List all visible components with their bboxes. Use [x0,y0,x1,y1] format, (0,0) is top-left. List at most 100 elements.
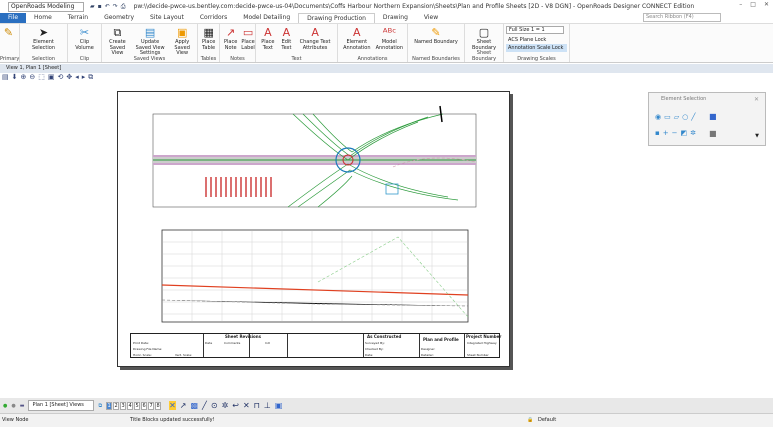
quick-access-toolbar: ▰ ▪ ↶ ↷ ⎙ [90,3,126,11]
subtract-icon[interactable]: − [672,129,678,137]
title-bar: OpenRoads Modeling ▰ ▪ ↶ ↷ ⎙ pw:\\decide-pwc… [0,0,773,13]
view-group-select[interactable]: Plan 1 [Sheet] Views [28,400,95,411]
table-icon: ▦ [203,26,214,39]
intersection-icon[interactable]: ✕ [243,401,250,410]
view-4-button[interactable]: 4 [127,401,134,410]
view-groups-bar: ● ● ▬ Plan 1 [Sheet] Views ⧉ 1 2 3 4 5 6… [0,398,773,413]
group-clip: ✂ Clip Volume Clip [68,24,102,62]
save-icon[interactable]: ▪ [98,3,102,11]
parallel-icon[interactable]: ⊓ [254,401,260,410]
tab-corridors[interactable]: Corridors [192,13,235,23]
keypoint-icon[interactable]: ✲ [222,401,229,410]
line-icon[interactable]: ╱ [202,401,207,410]
group-primary: ✎ Primary [0,24,20,62]
workflow-select[interactable]: OpenRoads Modeling [8,1,84,12]
view-group-manager-icon[interactable]: ⧉ [98,403,102,409]
status-left: View Node [2,417,29,423]
tab-file[interactable]: File [0,13,27,23]
group-tables: ▦ Place Table Tables [198,24,220,62]
next-view-icon[interactable]: ▸ [82,73,86,83]
print-icon[interactable]: ⎙ [121,3,126,11]
group-annotations: A Element Annotation ᴬᴮᶜ Model Annotation … [338,24,408,62]
tab-geometry[interactable]: Geometry [96,13,142,23]
line-mode-icon[interactable]: ╱ [691,113,695,121]
view-1-button[interactable]: 1 [106,401,113,410]
undo-icon[interactable]: ↶ [105,3,110,11]
tab-terrain[interactable]: Terrain [60,13,96,23]
plan-view [152,113,477,208]
view-3-button[interactable]: 3 [120,401,127,410]
zoom-in-icon[interactable]: ⊕ [21,73,27,83]
clear-selection-icon[interactable]: ■ [709,112,717,121]
view-5-button[interactable]: 5 [134,401,141,410]
shape-mode-icon[interactable]: ▱ [674,113,679,121]
search-ribbon-input[interactable]: Search Ribbon (F4) [643,13,721,22]
view-8-button[interactable]: 8 [155,401,162,410]
start-icon[interactable]: ● [3,403,7,409]
view-groups-icon[interactable]: ● [11,403,15,409]
grid-icon[interactable]: ▩ [190,401,198,410]
update-icon[interactable]: ⬇ [12,73,18,83]
view-7-button[interactable]: 7 [148,401,155,410]
new-selection-icon[interactable]: ▪ [655,129,660,137]
open-icon[interactable]: ▰ [90,3,95,11]
title-block: Sheet Revisions Date Comments Init Print… [130,333,501,358]
zoom-out-icon[interactable]: ⊖ [29,73,35,83]
pan-icon[interactable]: ✥ [66,73,72,83]
individual-mode-icon[interactable]: ◉ [655,113,661,121]
view-2-button[interactable]: 2 [113,401,120,410]
models-icon[interactable]: ▬ [20,403,25,409]
view-6-button[interactable]: 6 [141,401,148,410]
scissors-icon: ✂ [79,26,90,39]
circle-mode-icon[interactable]: ○ [682,113,688,121]
perpendicular-icon[interactable]: ⊥ [264,401,271,410]
tab-model-detailing[interactable]: Model Detailing [235,13,298,23]
text-icon: A [264,26,272,39]
saved-view-icon: ⧉ [113,26,122,39]
add-icon[interactable]: + [663,129,669,137]
accudraw-icon[interactable]: ✕ [169,401,176,410]
element-annotation-icon: A [353,26,361,39]
invert-icon[interactable]: ◩ [681,129,688,137]
note-icon: ↗ [226,26,236,39]
window-area-icon[interactable]: ⬚ [38,73,45,83]
primary-tools-icon[interactable]: ✎ [2,26,15,39]
minimize-icon[interactable]: – [739,1,742,8]
tab-view[interactable]: View [416,13,446,23]
redo-icon[interactable]: ↷ [113,3,118,11]
sheet-graphics [152,105,477,323]
rotate-view-icon[interactable]: ⟲ [58,73,64,83]
active-level[interactable]: Default [538,414,556,427]
expand-icon[interactable]: ▼ [755,133,759,139]
previous-view-icon[interactable]: ◂ [75,73,79,83]
block-mode-icon[interactable]: ▭ [664,113,671,121]
fit-icon[interactable]: ▣ [275,401,283,410]
view-attributes-icon[interactable]: ▤ [2,73,9,83]
maximize-icon[interactable]: □ [750,1,756,8]
tab-drawing[interactable]: Drawing [375,13,416,23]
select-all-icon[interactable]: ✲ [690,129,696,137]
close-icon[interactable]: ✕ [764,1,769,8]
group-saved-views: ⧉ Create Saved View ▤ Update Saved View Se… [102,24,198,62]
annotation-scale-lock-toggle[interactable]: Annotation Scale Lock [506,44,567,52]
acs-plane-lock-toggle[interactable]: ACS Plane Lock [506,36,567,44]
snap-icon[interactable]: ↗ [180,401,187,410]
pointer-icon: ➤ [38,26,49,39]
curve-icon[interactable]: ↩ [232,401,239,410]
tab-drawing-production[interactable]: Drawing Production [298,12,375,24]
dialog-close-icon[interactable]: ✕ [754,96,759,103]
group-selection: ➤ Element Selection Selection [20,24,68,62]
clip-icon[interactable]: ⧉ [88,73,93,83]
dialog-title: Element Selection [661,96,707,102]
fit-view-icon[interactable]: ▣ [48,73,55,83]
status-bar: View Node Title Blocks updated successfu… [0,413,773,427]
status-message: Title Blocks updated successfully! [130,417,215,423]
sheet: Sheet Revisions Date Comments Init Print… [117,91,510,367]
drawing-scale-select[interactable]: Full Size 1 = 1 [506,26,564,34]
lock-icon[interactable]: 🔒 [527,414,533,427]
view-title-bar: View 1, Plan 1 [Sheet] [0,64,773,73]
center-snap-icon[interactable]: ⊙ [211,401,218,410]
tab-site-layout[interactable]: Site Layout [142,13,192,23]
selection-options-icon[interactable]: ■ [709,129,717,138]
tab-home[interactable]: Home [26,13,60,23]
